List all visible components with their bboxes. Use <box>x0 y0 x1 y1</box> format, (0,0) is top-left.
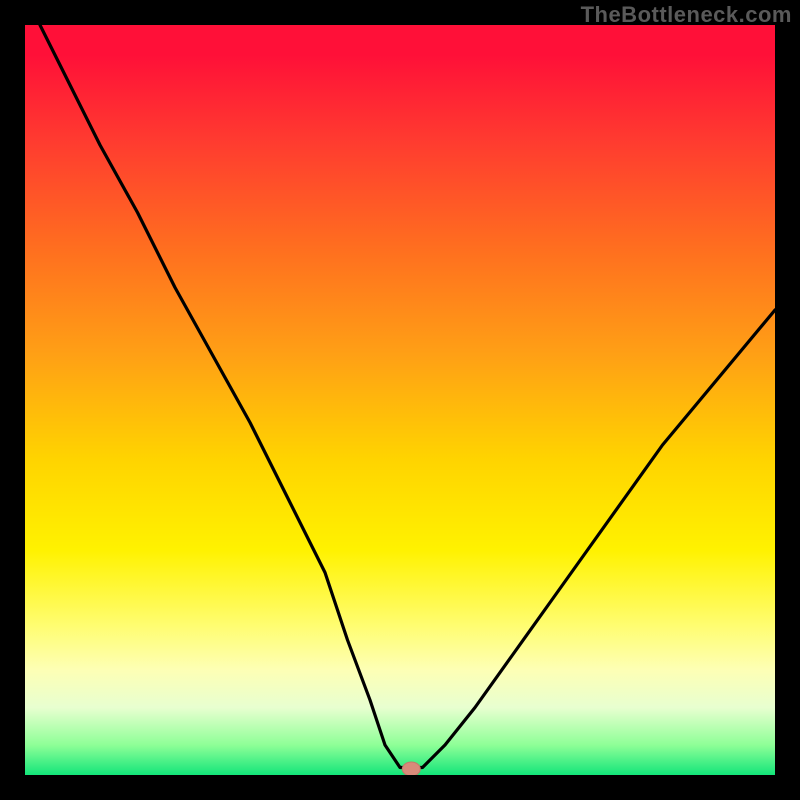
bottleneck-curve <box>40 25 775 768</box>
chart-frame: TheBottleneck.com <box>0 0 800 800</box>
optimal-point-marker <box>402 762 420 775</box>
plot-svg <box>25 25 775 775</box>
plot-area <box>25 25 775 775</box>
